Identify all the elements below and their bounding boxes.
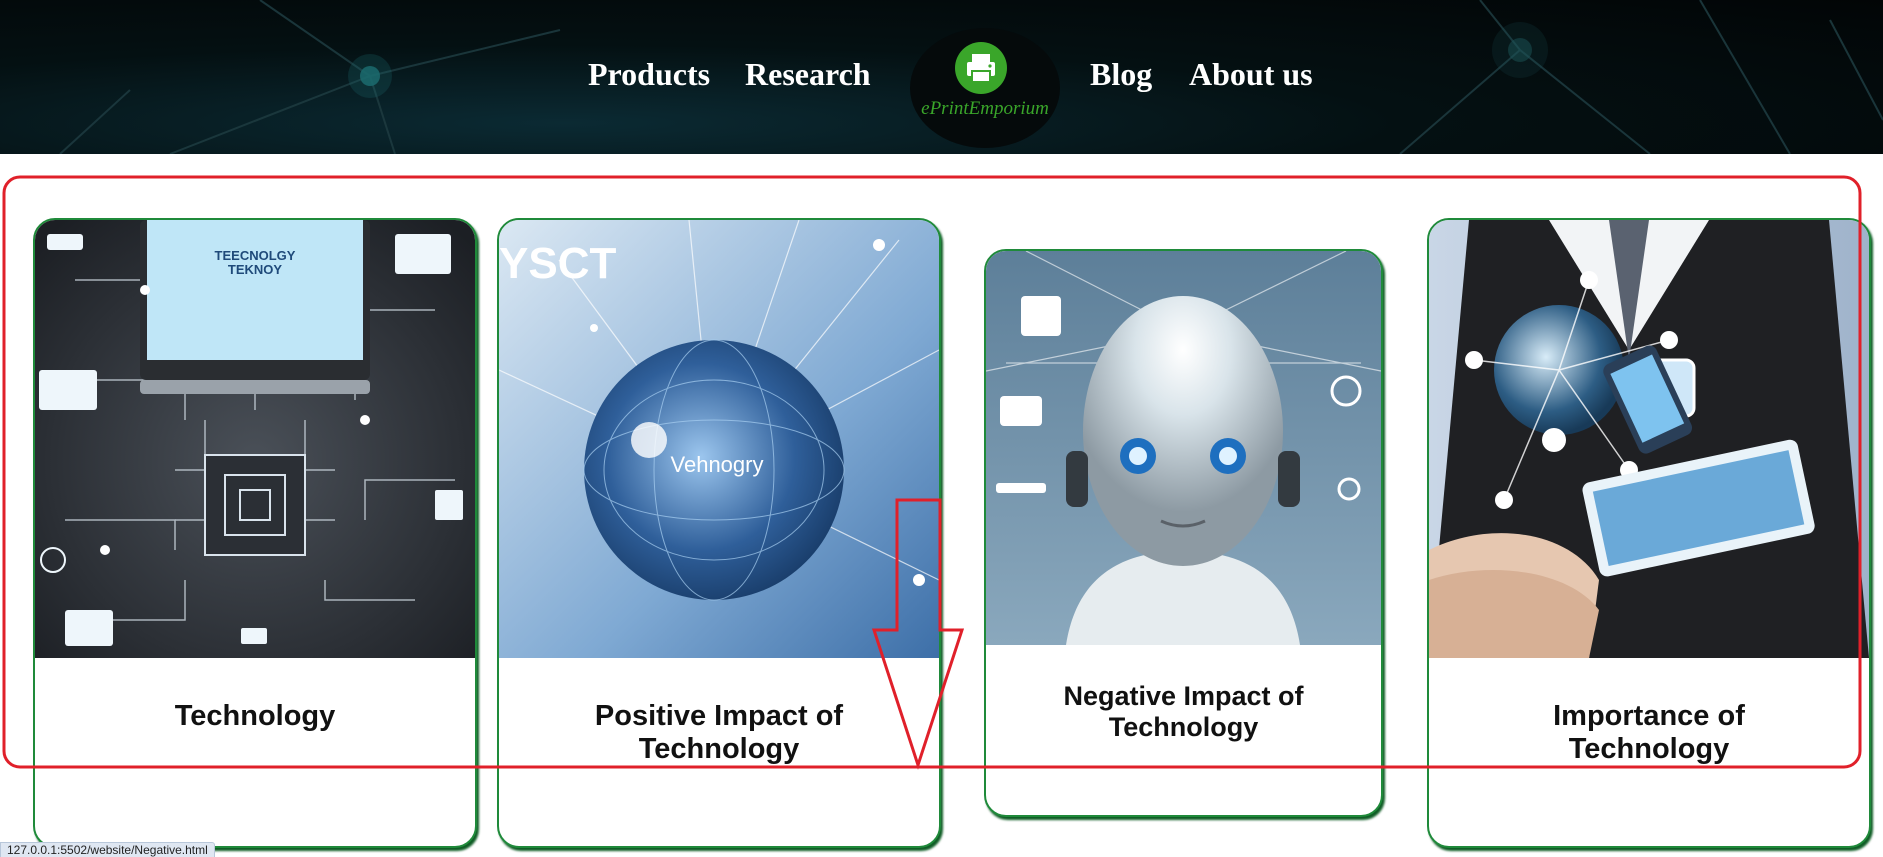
site-header: Products Research ePrintEmporium Blog Ab… bbox=[0, 0, 1883, 154]
card-title: Positive Impact of Technology bbox=[499, 700, 939, 767]
nav-blog[interactable]: Blog bbox=[1090, 56, 1152, 93]
printer-icon bbox=[967, 54, 995, 83]
card-title: Negative Impact of Technology bbox=[986, 681, 1381, 743]
site-logo[interactable]: ePrintEmporium bbox=[910, 28, 1060, 148]
card-title-line1: Positive Impact of bbox=[594, 700, 844, 732]
digital-globe-image: YSCT Vehnogry bbox=[499, 220, 939, 658]
logo-text: ePrintEmporium bbox=[921, 98, 1049, 119]
card-title: Importance of Technology bbox=[1429, 700, 1869, 767]
card-title-line1: Importance of bbox=[1553, 700, 1745, 732]
card-title-line2: Technology bbox=[1108, 712, 1259, 743]
card-title-line1: Negative Impact of bbox=[1063, 681, 1304, 711]
nav-research[interactable]: Research bbox=[745, 56, 871, 93]
card-importance[interactable]: Importance of Technology bbox=[1427, 218, 1871, 848]
nav-products[interactable]: Products bbox=[588, 56, 710, 93]
card-title-line2: Technology bbox=[1568, 733, 1730, 766]
card-negative-impact[interactable]: Negative Impact of Technology bbox=[984, 249, 1383, 817]
image-globe-text: Vehnogry bbox=[671, 452, 764, 477]
image-corner-text: YSCT bbox=[499, 239, 616, 288]
logo-badge bbox=[955, 42, 1007, 94]
businessman-globe-image bbox=[1429, 220, 1869, 658]
nav-about-us[interactable]: About us bbox=[1189, 56, 1313, 93]
svg-text:TEKNOY: TEKNOY bbox=[228, 262, 283, 277]
card-technology[interactable]: TEECNOLGY TEKNOY Technology bbox=[33, 218, 477, 848]
card-title: Technology bbox=[174, 700, 336, 732]
svg-text:TEECNOLGY: TEECNOLGY bbox=[215, 248, 296, 263]
robot-head-image bbox=[986, 251, 1381, 645]
card-positive-impact[interactable]: YSCT Vehnogry Positive Impact of Technol… bbox=[497, 218, 941, 848]
card-title-line2: Technology bbox=[638, 733, 800, 766]
page: Products Research ePrintEmporium Blog Ab… bbox=[0, 0, 1883, 857]
status-bar-url: 127.0.0.1:5502/website/Negative.html bbox=[0, 842, 215, 857]
circuit-board-image: TEECNOLGY TEKNOY bbox=[35, 220, 475, 658]
